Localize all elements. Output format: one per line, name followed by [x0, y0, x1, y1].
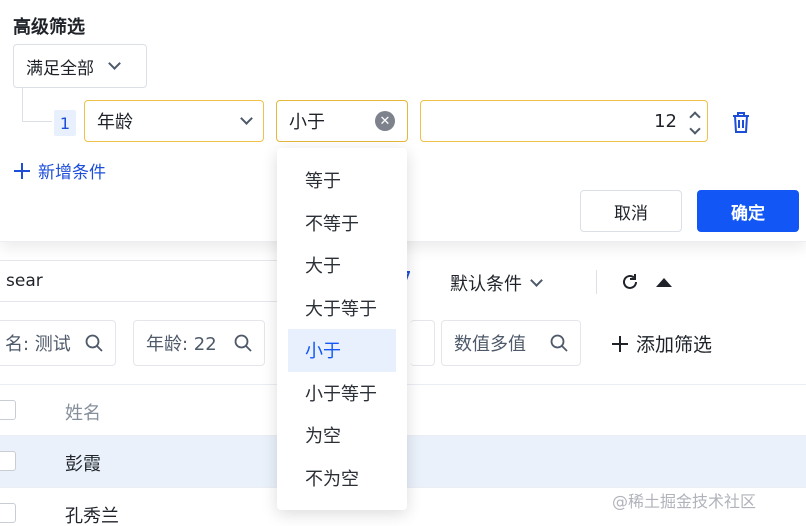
- value-number: 12: [654, 110, 677, 132]
- tree-connector: [22, 121, 52, 122]
- filter-chip-multivalue[interactable]: 数值多值: [441, 320, 581, 366]
- refresh-icon[interactable]: [620, 272, 640, 292]
- filter-chip-label: 名: 测试: [5, 334, 71, 355]
- search-icon: [234, 334, 252, 352]
- dropdown-option-greater-equal[interactable]: 大于等于: [277, 287, 407, 330]
- filter-chip-label: 数值多值: [454, 334, 526, 355]
- chevron-down-icon: [530, 273, 543, 287]
- dropdown-option-not-equal[interactable]: 不等于: [277, 202, 407, 245]
- search-input[interactable]: sear: [0, 260, 286, 302]
- default-condition-label: 默认条件: [450, 274, 522, 295]
- tree-connector: [22, 88, 23, 122]
- panel-title: 高级筛选: [13, 17, 85, 38]
- value-number-input[interactable]: 12: [420, 100, 708, 142]
- cell-name: 彭霞: [65, 454, 101, 475]
- search-input-value: sear: [6, 271, 43, 291]
- match-mode-select[interactable]: 满足全部: [13, 44, 147, 88]
- field-select[interactable]: 年龄: [84, 100, 264, 142]
- chevron-down-icon: [240, 111, 253, 125]
- clear-icon[interactable]: ✕: [375, 111, 395, 131]
- filter-chip-age[interactable]: 年龄: 22: [133, 320, 265, 366]
- number-stepper[interactable]: [689, 109, 701, 135]
- cell-name: 孔秀兰: [65, 506, 119, 526]
- add-condition-label: 新增条件: [38, 163, 106, 183]
- add-filter-button[interactable]: 添加筛选: [612, 330, 712, 357]
- row-checkbox[interactable]: [0, 503, 16, 523]
- row-checkbox[interactable]: [0, 451, 16, 471]
- dropdown-option-equal[interactable]: 等于: [277, 159, 407, 202]
- dropdown-option-not-empty[interactable]: 不为空: [277, 457, 407, 500]
- default-condition-select[interactable]: 默认条件: [450, 270, 543, 296]
- plus-icon: [14, 162, 30, 179]
- operator-select-value: 小于: [289, 112, 325, 133]
- add-condition-button[interactable]: 新增条件: [14, 158, 106, 183]
- delete-condition-icon[interactable]: [730, 110, 752, 134]
- chevron-down-icon: [108, 56, 121, 70]
- search-icon: [550, 334, 568, 352]
- decrement-icon[interactable]: [689, 123, 701, 135]
- filter-chip-hidden[interactable]: [410, 320, 435, 366]
- increment-icon[interactable]: [689, 111, 701, 123]
- dropdown-option-less[interactable]: 小于: [288, 329, 396, 372]
- cancel-button[interactable]: 取消: [580, 190, 682, 232]
- plus-icon: [612, 335, 628, 352]
- search-icon: [85, 334, 103, 352]
- column-header-name[interactable]: 姓名: [65, 399, 101, 425]
- match-mode-value: 满足全部: [26, 58, 94, 79]
- watermark: @稀土掘金技术社区: [612, 492, 757, 511]
- dropdown-option-greater[interactable]: 大于: [277, 244, 407, 287]
- add-filter-label: 添加筛选: [636, 334, 713, 356]
- field-select-value: 年龄: [97, 112, 133, 133]
- select-all-checkbox[interactable]: [0, 400, 16, 420]
- dropdown-option-empty[interactable]: 为空: [277, 414, 407, 457]
- operator-select[interactable]: 小于 ✕: [276, 100, 408, 142]
- divider: [596, 270, 597, 294]
- filter-chip-name[interactable]: 名: 测试: [0, 320, 116, 366]
- operator-dropdown: 等于 不等于 大于 大于等于 小于 小于等于 为空 不为空: [277, 148, 407, 510]
- dropdown-option-less-equal[interactable]: 小于等于: [277, 372, 407, 415]
- confirm-button[interactable]: 确定: [697, 190, 799, 232]
- collapse-triangle-icon[interactable]: [656, 278, 672, 287]
- condition-index: 1: [54, 110, 76, 136]
- filter-chip-label: 年龄: 22: [146, 334, 217, 355]
